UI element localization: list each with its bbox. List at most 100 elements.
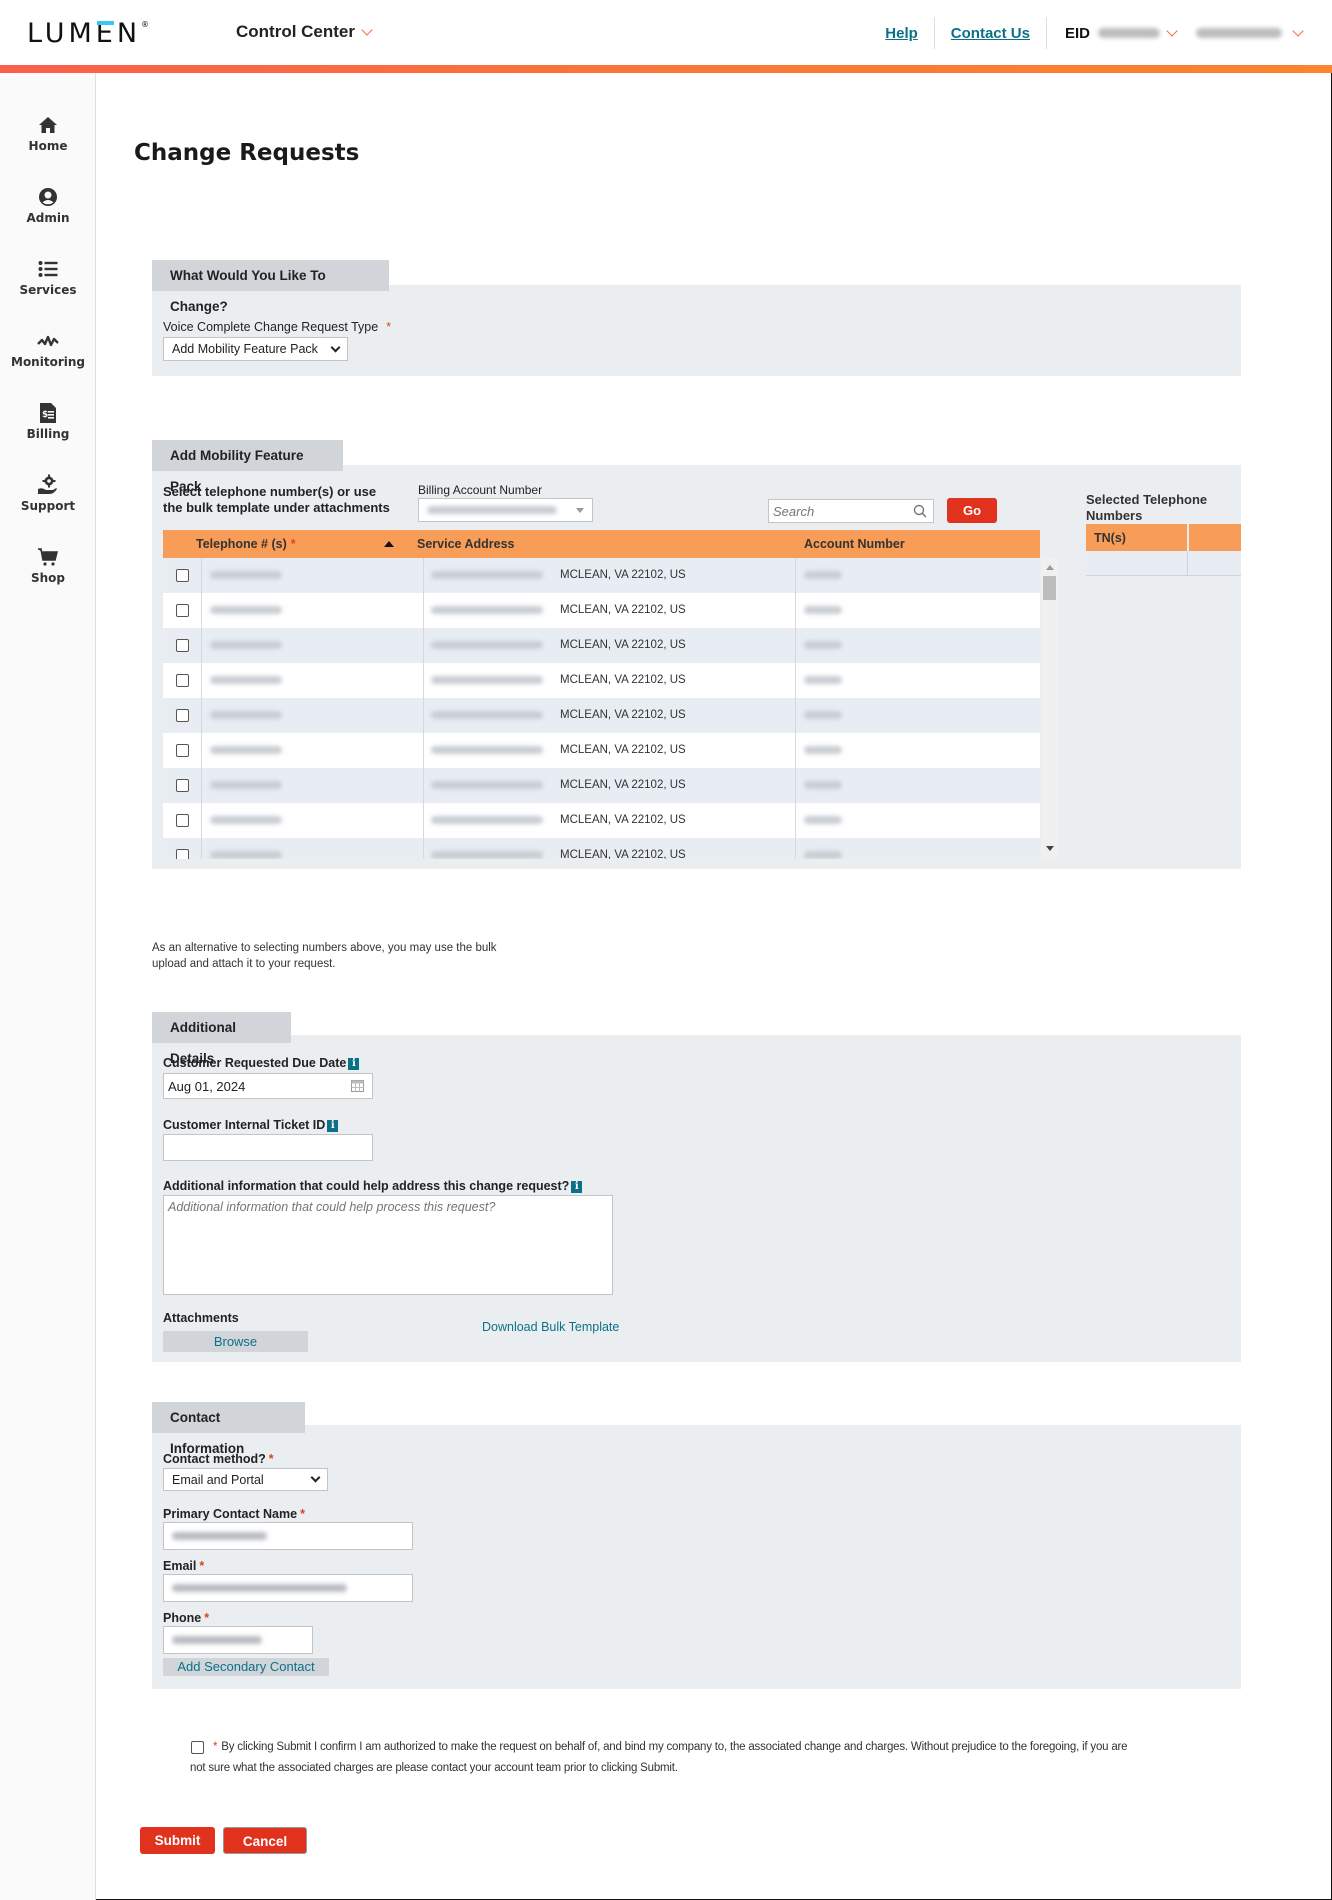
required-marker: * <box>204 1611 210 1625</box>
help-link[interactable]: Help <box>869 25 934 42</box>
cell-divider <box>795 663 796 698</box>
scroll-down-icon[interactable] <box>1046 846 1054 851</box>
account-number-redacted <box>804 606 842 614</box>
ban-label: Billing Account Number <box>418 483 543 497</box>
contact-method-select[interactable]: Email and Portal <box>163 1468 328 1491</box>
billing-account-select[interactable] <box>418 498 593 522</box>
chevron-down-icon <box>361 23 373 36</box>
selected-tn-title: Selected Telephone Numbers <box>1086 492 1208 523</box>
row-checkbox[interactable] <box>176 604 189 617</box>
table-row[interactable]: MCLEAN, VA 22102, US <box>163 593 1040 628</box>
sidebar-item-support[interactable]: Support <box>0 473 96 513</box>
sidebar-item-billing[interactable]: $ Billing <box>0 401 96 441</box>
additional-info-textarea[interactable] <box>163 1195 613 1295</box>
street-redacted <box>431 676 543 684</box>
service-address-city: MCLEAN, VA 22102, US <box>560 709 686 721</box>
sidebar-item-home[interactable]: Home <box>0 113 96 153</box>
scroll-up-icon[interactable] <box>1046 565 1054 570</box>
due-date-field[interactable]: Aug 01, 2024 <box>163 1073 373 1099</box>
change-type-section-tab: What Would You Like To Change? <box>152 260 389 314</box>
selected-tn-row <box>1086 551 1241 576</box>
cell-divider <box>795 558 796 593</box>
table-row[interactable]: MCLEAN, VA 22102, US <box>163 558 1040 593</box>
account-number-redacted <box>804 746 842 754</box>
table-row[interactable]: MCLEAN, VA 22102, US <box>163 768 1040 803</box>
primary-contact-input[interactable] <box>163 1522 413 1550</box>
sidebar-label: Monitoring <box>11 355 85 369</box>
service-address-city: MCLEAN, VA 22102, US <box>560 779 686 791</box>
user-menu[interactable] <box>1176 24 1304 38</box>
sidebar-item-admin[interactable]: Admin <box>0 185 96 225</box>
row-checkbox[interactable] <box>176 674 189 687</box>
search-field[interactable] <box>768 499 934 523</box>
feature-pack-section-tab: Add Mobility Feature Pack <box>152 440 343 494</box>
scroll-thumb[interactable] <box>1043 576 1056 600</box>
eid-label: EID <box>1064 24 1090 42</box>
change-type-select[interactable]: Add Mobility Feature Pack <box>163 337 348 361</box>
chevron-down-icon <box>1292 24 1304 37</box>
download-bulk-template-link[interactable]: Download Bulk Template <box>482 1320 619 1334</box>
col-service-address[interactable]: Service Address <box>417 537 515 551</box>
street-redacted <box>431 641 543 649</box>
street-redacted <box>431 571 543 579</box>
info-icon[interactable]: i <box>327 1119 339 1132</box>
add-secondary-contact-button[interactable]: Add Secondary Contact <box>163 1658 329 1676</box>
cell-divider <box>423 838 424 859</box>
calendar-icon[interactable] <box>351 1080 364 1092</box>
col-account-number[interactable]: Account Number <box>804 537 905 551</box>
cell-divider <box>795 838 796 859</box>
row-checkbox[interactable] <box>176 849 189 859</box>
cell-divider <box>201 698 202 733</box>
row-checkbox[interactable] <box>176 744 189 757</box>
selected-tn-col: TN(s) <box>1094 531 1126 545</box>
row-checkbox[interactable] <box>176 639 189 652</box>
required-marker: * <box>199 1559 205 1573</box>
ticket-id-input[interactable] <box>163 1134 373 1161</box>
sidebar-item-monitoring[interactable]: Monitoring <box>0 329 96 369</box>
table-row[interactable]: MCLEAN, VA 22102, US <box>163 733 1040 768</box>
row-checkbox[interactable] <box>176 569 189 582</box>
browse-button[interactable]: Browse <box>163 1331 308 1352</box>
go-button[interactable]: Go <box>947 498 997 523</box>
app-switcher[interactable]: Control Center <box>236 22 373 42</box>
cell-divider <box>423 698 424 733</box>
sidebar-item-shop[interactable]: Shop <box>0 545 96 585</box>
eid-selector[interactable]: EID <box>1047 24 1178 42</box>
table-row[interactable]: MCLEAN, VA 22102, US <box>163 698 1040 733</box>
contact-us-link[interactable]: Contact Us <box>935 25 1046 42</box>
table-scrollbar[interactable] <box>1041 558 1058 859</box>
info-icon[interactable]: i <box>571 1180 583 1193</box>
table-row[interactable]: MCLEAN, VA 22102, US <box>163 628 1040 663</box>
required-marker: * <box>300 1507 305 1521</box>
account-number-redacted <box>804 816 842 824</box>
contact-method-label: Contact method? * <box>163 1452 274 1466</box>
table-row[interactable]: MCLEAN, VA 22102, US <box>163 838 1040 859</box>
col-telephone[interactable]: Telephone # (s) * <box>196 537 296 551</box>
account-number-redacted <box>804 641 842 649</box>
ticket-id-label: Customer Internal Ticket ID i <box>163 1118 339 1132</box>
top-header: LUMEN® Control Center Help Contact Us EI… <box>0 0 1332 65</box>
row-checkbox[interactable] <box>176 709 189 722</box>
instructions-line: the bulk template under attachments <box>163 500 390 515</box>
account-number-redacted <box>804 571 842 579</box>
table-row[interactable]: MCLEAN, VA 22102, US <box>163 663 1040 698</box>
email-input[interactable] <box>163 1574 413 1602</box>
sort-asc-icon[interactable] <box>384 541 394 547</box>
cancel-button[interactable]: Cancel <box>223 1827 307 1854</box>
row-checkbox[interactable] <box>176 814 189 827</box>
telephone-redacted <box>210 711 282 719</box>
search-input[interactable] <box>773 503 903 519</box>
selected-tn-header: TN(s) <box>1086 524 1241 551</box>
table-body: MCLEAN, VA 22102, US MCLEAN, VA 22102, US… <box>163 558 1040 859</box>
cell-divider <box>201 628 202 663</box>
eid-value-redacted <box>1098 28 1160 38</box>
submit-button[interactable]: Submit <box>140 1827 215 1854</box>
phone-input[interactable] <box>163 1626 313 1654</box>
row-checkbox[interactable] <box>176 779 189 792</box>
sidebar-item-services[interactable]: Services <box>0 257 96 297</box>
lumen-logo[interactable]: LUMEN® <box>27 18 149 49</box>
table-row[interactable]: MCLEAN, VA 22102, US <box>163 803 1040 838</box>
service-address-city: MCLEAN, VA 22102, US <box>560 604 686 616</box>
info-icon[interactable]: i <box>348 1057 360 1070</box>
consent-checkbox[interactable] <box>191 1741 204 1754</box>
